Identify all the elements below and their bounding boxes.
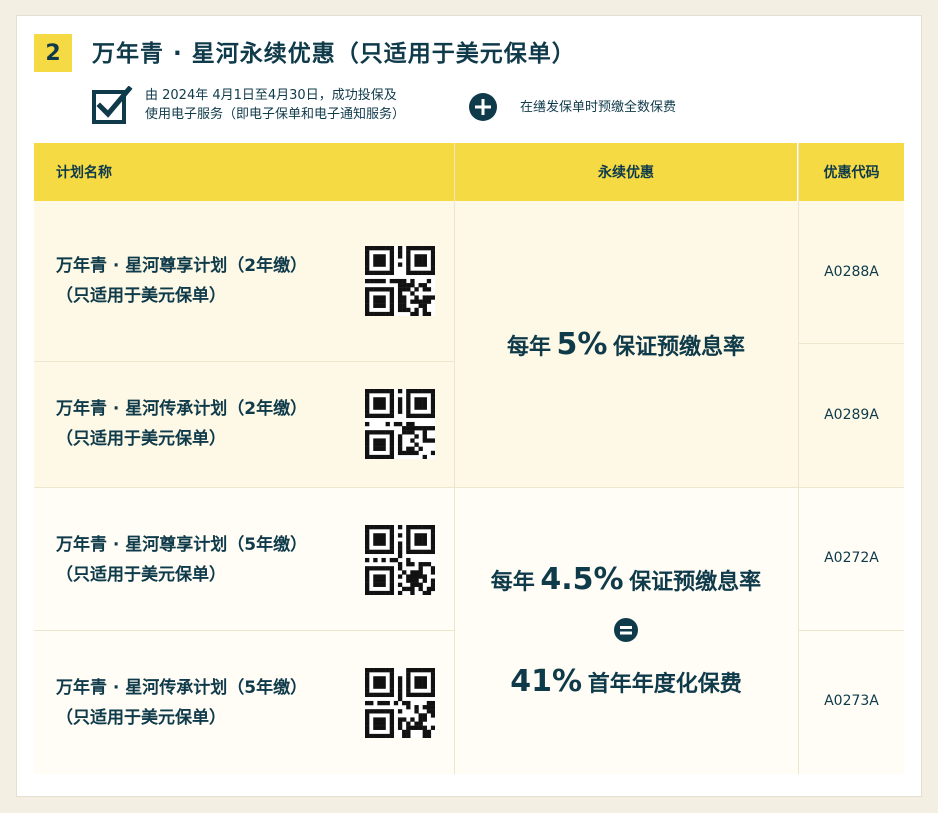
offer-code: A0289A: [824, 407, 879, 423]
plan-name: 万年青 · 星河尊享计划（5年缴） （只适用于美元保单）: [56, 535, 308, 585]
equals-circle-icon: [614, 618, 638, 642]
checkbox-checked-icon: [92, 86, 133, 124]
qr-code-icon[interactable]: [365, 668, 435, 738]
header-offer: 永续优惠: [455, 143, 797, 201]
offer-41-percent: 41% 首年年度化保费: [510, 664, 742, 699]
header-plan-name: 计划名称: [34, 143, 454, 201]
plan-name: 万年青 · 星河传承计划（2年缴） （只适用于美元保单）: [56, 399, 308, 449]
condition-prepay: 在缮发保单时预缴全数保费: [520, 100, 677, 115]
plan-name: 万年青 · 星河尊享计划（2年缴） （只适用于美元保单）: [56, 256, 308, 306]
group-divider: [34, 487, 904, 488]
row-divider: [34, 361, 455, 362]
plan-name: 万年青 · 星河传承计划（5年缴） （只适用于美元保单）: [56, 678, 308, 728]
offer-table: 计划名称 永续优惠 优惠代码 万年青 · 星河尊享计划（2年缴） （只适用于美元…: [34, 143, 904, 774]
qr-code-icon[interactable]: [365, 389, 435, 459]
header-code: 优惠代码: [799, 143, 904, 201]
row-divider: [799, 630, 904, 631]
row-divider: [34, 630, 455, 631]
offer-5-percent: 每年 5% 保证预缴息率: [506, 327, 746, 362]
section-title: 万年青 · 星河永续优惠（只适用于美元保单）: [92, 41, 576, 67]
step-number-badge: 2: [34, 34, 72, 72]
qr-code-icon[interactable]: [365, 246, 435, 316]
offer-4-5-percent: 每年 4.5% 保证预缴息率: [490, 562, 762, 597]
qr-code-icon[interactable]: [365, 525, 435, 595]
condition-electronic-service: 由 2024年 4月1日至4月30日，成功投保及 使用电子服务（即电子保单和电子…: [145, 88, 406, 122]
plus-circle-icon: [469, 93, 497, 121]
offer-code: A0272A: [824, 550, 879, 566]
column-divider: [798, 143, 799, 774]
offer-code: A0273A: [824, 693, 879, 709]
row-divider: [799, 343, 904, 344]
offer-code: A0288A: [824, 264, 879, 280]
